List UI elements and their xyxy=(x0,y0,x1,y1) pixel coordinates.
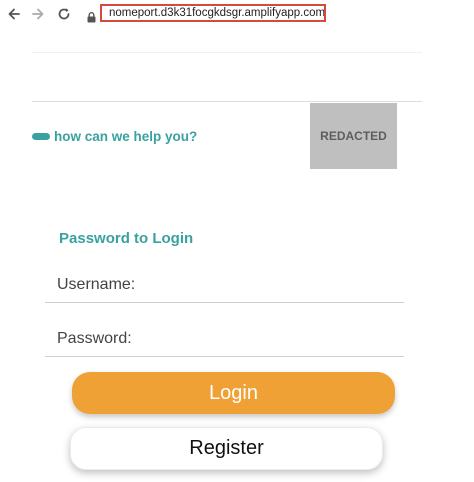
username-field: Username: xyxy=(45,274,404,303)
username-label: Username: xyxy=(57,276,136,293)
help-bar-icon xyxy=(32,132,50,140)
help-link[interactable]: how can we help you? xyxy=(32,126,197,146)
url-text: nomeport.d3k31focgkdsgr.amplifyapp.com xyxy=(109,7,326,19)
page: nomeport.d3k31focgkdsgr.amplifyapp.com h… xyxy=(0,0,474,482)
redacted-label: REDACTED xyxy=(320,129,387,143)
redacted-box: REDACTED xyxy=(310,103,397,169)
password-input[interactable] xyxy=(140,330,399,354)
forward-button[interactable] xyxy=(28,4,48,24)
help-text: how can we help you? xyxy=(54,128,198,144)
login-form-title: Password to Login xyxy=(59,230,194,247)
browser-toolbar: nomeport.d3k31focgkdsgr.amplifyapp.com xyxy=(0,0,474,28)
register-button[interactable]: Register xyxy=(70,427,383,470)
register-button-label: Register xyxy=(189,437,264,459)
login-button[interactable]: Login xyxy=(72,372,395,414)
username-input[interactable] xyxy=(140,276,399,300)
url-bar[interactable]: nomeport.d3k31focgkdsgr.amplifyapp.com xyxy=(100,4,326,22)
back-button[interactable] xyxy=(4,4,24,24)
reload-button[interactable] xyxy=(54,4,74,24)
divider-middle xyxy=(32,101,422,102)
login-button-label: Login xyxy=(209,381,258,404)
password-field: Password: xyxy=(45,328,404,357)
forward-arrow-icon xyxy=(32,8,44,20)
password-label: Password: xyxy=(57,330,132,347)
back-arrow-icon xyxy=(8,8,20,20)
reload-icon xyxy=(58,8,70,20)
divider-top xyxy=(32,52,422,53)
lock-icon xyxy=(87,8,96,27)
